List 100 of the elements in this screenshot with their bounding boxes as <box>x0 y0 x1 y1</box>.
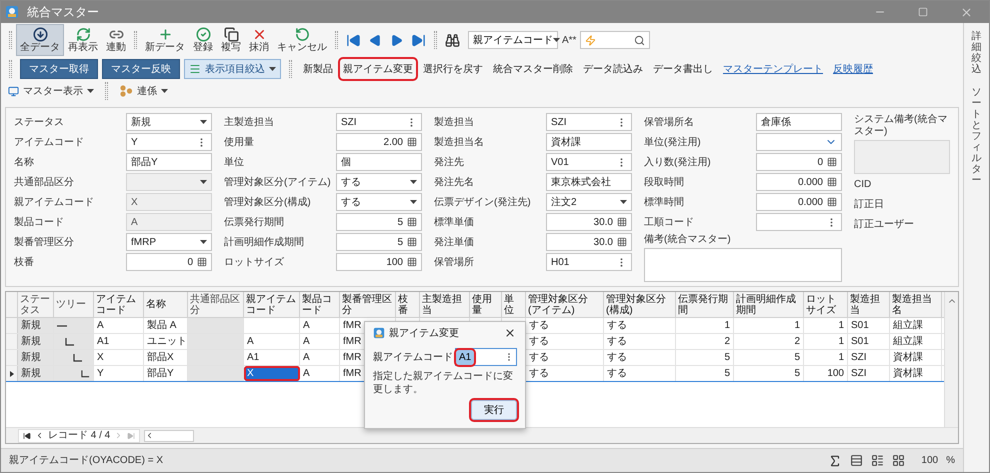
number-field[interactable]: 30.0 <box>546 233 632 251</box>
toolbar-button[interactable]: 全データ <box>16 24 64 56</box>
text-field[interactable]: 個 <box>336 153 422 171</box>
toolbar-link[interactable]: マスターテンプレート <box>720 62 826 76</box>
filter-dropdown[interactable]: 表示項目絞込 <box>184 59 281 79</box>
code-field[interactable]: A1 <box>455 348 517 366</box>
first-record-icon[interactable] <box>23 432 31 440</box>
collab-menu-button[interactable]: 連係 <box>116 81 171 101</box>
number-field[interactable]: 0.000 <box>756 173 842 191</box>
last-record-icon[interactable] <box>127 432 136 440</box>
search-field[interactable] <box>580 31 650 49</box>
toolbar-link[interactable]: 反映履歴 <box>830 62 876 76</box>
toolbar-button[interactable]: 連動 <box>102 24 130 56</box>
number-field[interactable]: 5 <box>336 213 422 231</box>
toolbar-button[interactable]: 複写 <box>217 24 245 56</box>
memo-field[interactable] <box>644 248 842 282</box>
list-icon[interactable] <box>871 454 884 467</box>
maximize-icon[interactable] <box>918 7 928 17</box>
column-header[interactable]: 管理対象区分(構成) <box>604 292 676 317</box>
lookup-field[interactable]: Y <box>126 133 212 151</box>
number-field[interactable]: 30.0 <box>546 213 632 231</box>
lookup-field[interactable]: SZI <box>336 113 422 131</box>
number-field[interactable]: 2.00 <box>336 133 422 151</box>
next-record-icon[interactable] <box>390 34 403 46</box>
number-field[interactable]: 100 <box>336 253 422 271</box>
refresh-icon <box>76 26 90 42</box>
run-button[interactable]: 実行 <box>471 400 517 420</box>
previous-record-icon[interactable] <box>35 431 44 440</box>
toolbar-button[interactable]: 登録 <box>189 24 217 56</box>
column-header[interactable]: 枝番 <box>396 292 420 317</box>
grid-icon[interactable] <box>892 454 906 467</box>
row-header[interactable] <box>6 366 18 381</box>
number-field[interactable]: 0.000 <box>756 193 842 211</box>
toolbar-button[interactable]: データ書出し <box>650 59 716 79</box>
column-header[interactable]: 製造担当 <box>848 292 890 317</box>
toolbar-button[interactable]: データ読込み <box>580 59 646 79</box>
toolbar-button[interactable]: 抹消 <box>245 24 273 56</box>
caret-icon <box>200 240 207 244</box>
lookup-field[interactable]: V01 <box>546 153 632 171</box>
column-header[interactable]: 伝票発行期間 <box>676 292 734 317</box>
list-icon <box>189 63 201 75</box>
column-header[interactable]: 計画明細作成期間 <box>734 292 804 317</box>
lookup-field[interactable]: SZI <box>546 113 632 131</box>
column-header[interactable]: 管理対象区分(アイテム) <box>526 292 604 317</box>
side-tab[interactable]: ソートとフィルター <box>972 87 982 186</box>
number-field[interactable]: 5 <box>336 233 422 251</box>
column-header[interactable]: 使用量 <box>470 292 502 317</box>
side-tab[interactable]: 詳細絞込 <box>972 31 982 75</box>
column-header[interactable]: 製造担当名 <box>890 292 942 317</box>
horizontal-scrollbar[interactable] <box>144 430 194 442</box>
column-header[interactable]: 名称 <box>144 292 188 317</box>
column-header[interactable]: 製番管理区分 <box>340 292 396 317</box>
field-label: 段取時間 <box>644 176 685 190</box>
lookup-field[interactable]: H01 <box>546 253 632 271</box>
view-menu-button[interactable]: マスター表示 <box>5 81 97 101</box>
text-field[interactable]: 倉庫係 <box>756 113 842 131</box>
dropdown-field[interactable]: する <box>336 193 422 211</box>
toolbar-button[interactable]: マスター反映 <box>102 59 180 79</box>
text-field[interactable]: 部品Y <box>126 153 212 171</box>
binoculars-icon[interactable] <box>445 32 460 48</box>
dropdown-field[interactable]: 注文2 <box>546 193 632 211</box>
column-header[interactable]: 親アイテムコード <box>244 292 300 317</box>
vertical-scrollbar[interactable] <box>944 292 958 427</box>
last-record-icon[interactable] <box>411 32 426 48</box>
dropdown-field[interactable]: fMRP <box>126 233 212 251</box>
toolbar-button[interactable]: 選択行を戻す <box>420 59 486 79</box>
dropdown-field[interactable]: する <box>336 173 422 191</box>
dropdown-field[interactable]: 新規 <box>126 113 212 131</box>
field-label: 発注先 <box>434 156 465 170</box>
text-field[interactable]: 資材課 <box>546 133 632 151</box>
table-cell: 部品Y <box>144 366 188 381</box>
column-header[interactable]: アイテムコード <box>94 292 144 317</box>
rows-icon[interactable] <box>850 454 864 467</box>
previous-record-icon[interactable] <box>369 34 382 46</box>
text-field[interactable]: 東京株式会社 <box>546 173 632 191</box>
table-cell: する <box>604 318 676 333</box>
column-header[interactable]: 単位 <box>502 292 526 317</box>
column-header[interactable]: 共通部品区分 <box>188 292 244 317</box>
record-counter: レコード 4 / 4 <box>48 429 110 443</box>
toolbar-button[interactable]: 再表示 <box>64 24 102 56</box>
toolbar-button[interactable]: 親アイテム変更 <box>340 59 416 79</box>
close-icon[interactable] <box>960 6 973 18</box>
toolbar-button[interactable]: マスター取得 <box>20 59 98 79</box>
search-column-dropdown[interactable]: 親アイテムコード <box>468 31 558 49</box>
toolbar-button[interactable]: 新データ <box>141 24 189 56</box>
field-label: 単位 <box>224 156 245 170</box>
column-header[interactable]: 製品コード <box>300 292 340 317</box>
toolbar-button[interactable]: キャンセル <box>273 24 331 56</box>
table-cell: する <box>526 318 604 333</box>
column-header[interactable]: ステータス <box>18 292 54 317</box>
toolbar-button[interactable]: 新製品 <box>300 59 336 79</box>
lookup-field[interactable] <box>756 213 842 231</box>
column-header[interactable]: 主製造担当 <box>420 292 470 317</box>
column-header[interactable]: ロットサイズ <box>804 292 848 317</box>
toolbar-button[interactable]: 統合マスター削除 <box>490 59 576 79</box>
match-mode-label[interactable]: A** <box>562 32 576 48</box>
dropdown-field[interactable] <box>756 133 842 151</box>
number-field[interactable]: 0 <box>756 153 842 171</box>
number-field[interactable]: 0 <box>126 253 212 271</box>
column-header[interactable]: ツリー <box>54 292 94 317</box>
